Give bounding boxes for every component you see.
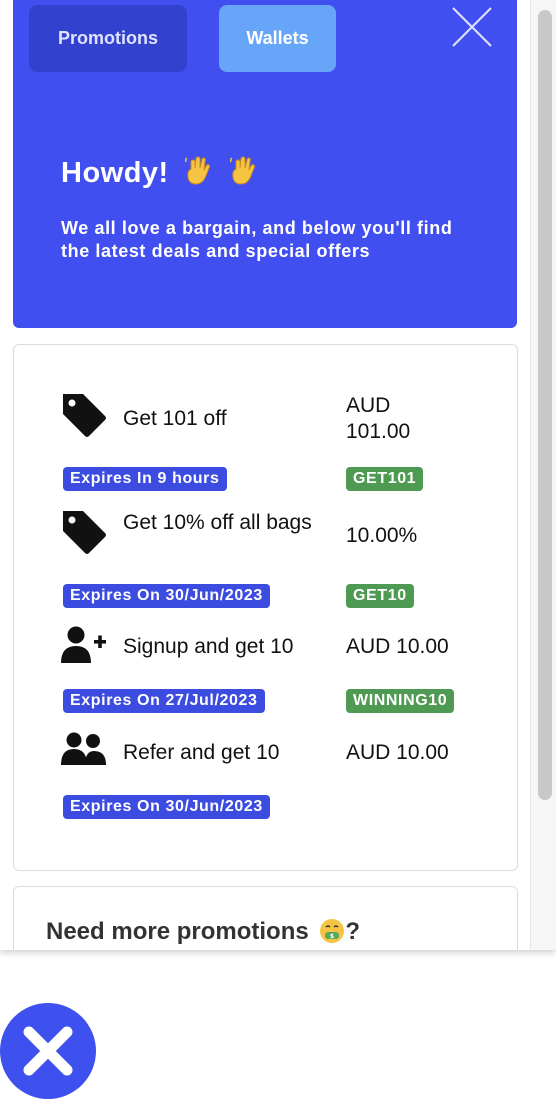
close-widget-button[interactable] [0, 1003, 96, 1099]
promo-title: Get 101 off [123, 407, 227, 430]
greeting-text: Howdy! [61, 157, 169, 189]
expiry-badge: Expires On 30/Jun/2023 [63, 584, 270, 608]
scrollbar-thumb[interactable] [538, 10, 552, 800]
promo-code-badge[interactable]: GET101 [346, 467, 424, 491]
svg-text:$: $ [330, 933, 334, 940]
tab-promotions[interactable]: Promotions [29, 5, 187, 72]
close-icon [23, 1026, 73, 1076]
more-promotions-text: Need more promotions [46, 918, 309, 945]
promo-code-badge[interactable]: GET10 [346, 584, 414, 608]
users-icon [61, 732, 106, 765]
waving-hand-icon [229, 156, 255, 185]
promo-value: 10.00% [346, 524, 418, 547]
promo-title: Refer and get 10 [123, 741, 280, 764]
tab-wallets[interactable]: Wallets [219, 5, 336, 72]
tag-icon [63, 394, 106, 437]
promo-value: AUD 101.00 [346, 394, 411, 443]
money-mouth-face-icon: $ [320, 919, 345, 943]
promo-code-badge[interactable]: WINNING10 [346, 689, 455, 713]
promo-title: Get 10% off all bags [123, 511, 312, 534]
tag-icon [63, 511, 106, 554]
user-plus-icon [61, 626, 106, 663]
more-promotions-heading: Need more promotions $ ? [46, 918, 360, 946]
close-icon[interactable] [451, 6, 493, 48]
promo-value: AUD 10.00 [346, 635, 449, 658]
greeting-heading: Howdy! [61, 156, 258, 190]
promo-value: AUD 10.00 [346, 741, 449, 764]
promotions-panel: Promotions Wallets Howdy! We all love a … [0, 0, 556, 950]
expiry-badge: Expires In 9 hours [63, 467, 227, 491]
hero-subtitle: We all love a bargain, and below you'll … [61, 218, 453, 261]
expiry-badge: Expires On 30/Jun/2023 [63, 795, 270, 819]
more-promotions-question-mark: ? [345, 918, 361, 945]
promo-title: Signup and get 10 [123, 635, 294, 658]
expiry-badge: Expires On 27/Jul/2023 [63, 689, 265, 713]
waving-hand-icon [185, 156, 211, 185]
